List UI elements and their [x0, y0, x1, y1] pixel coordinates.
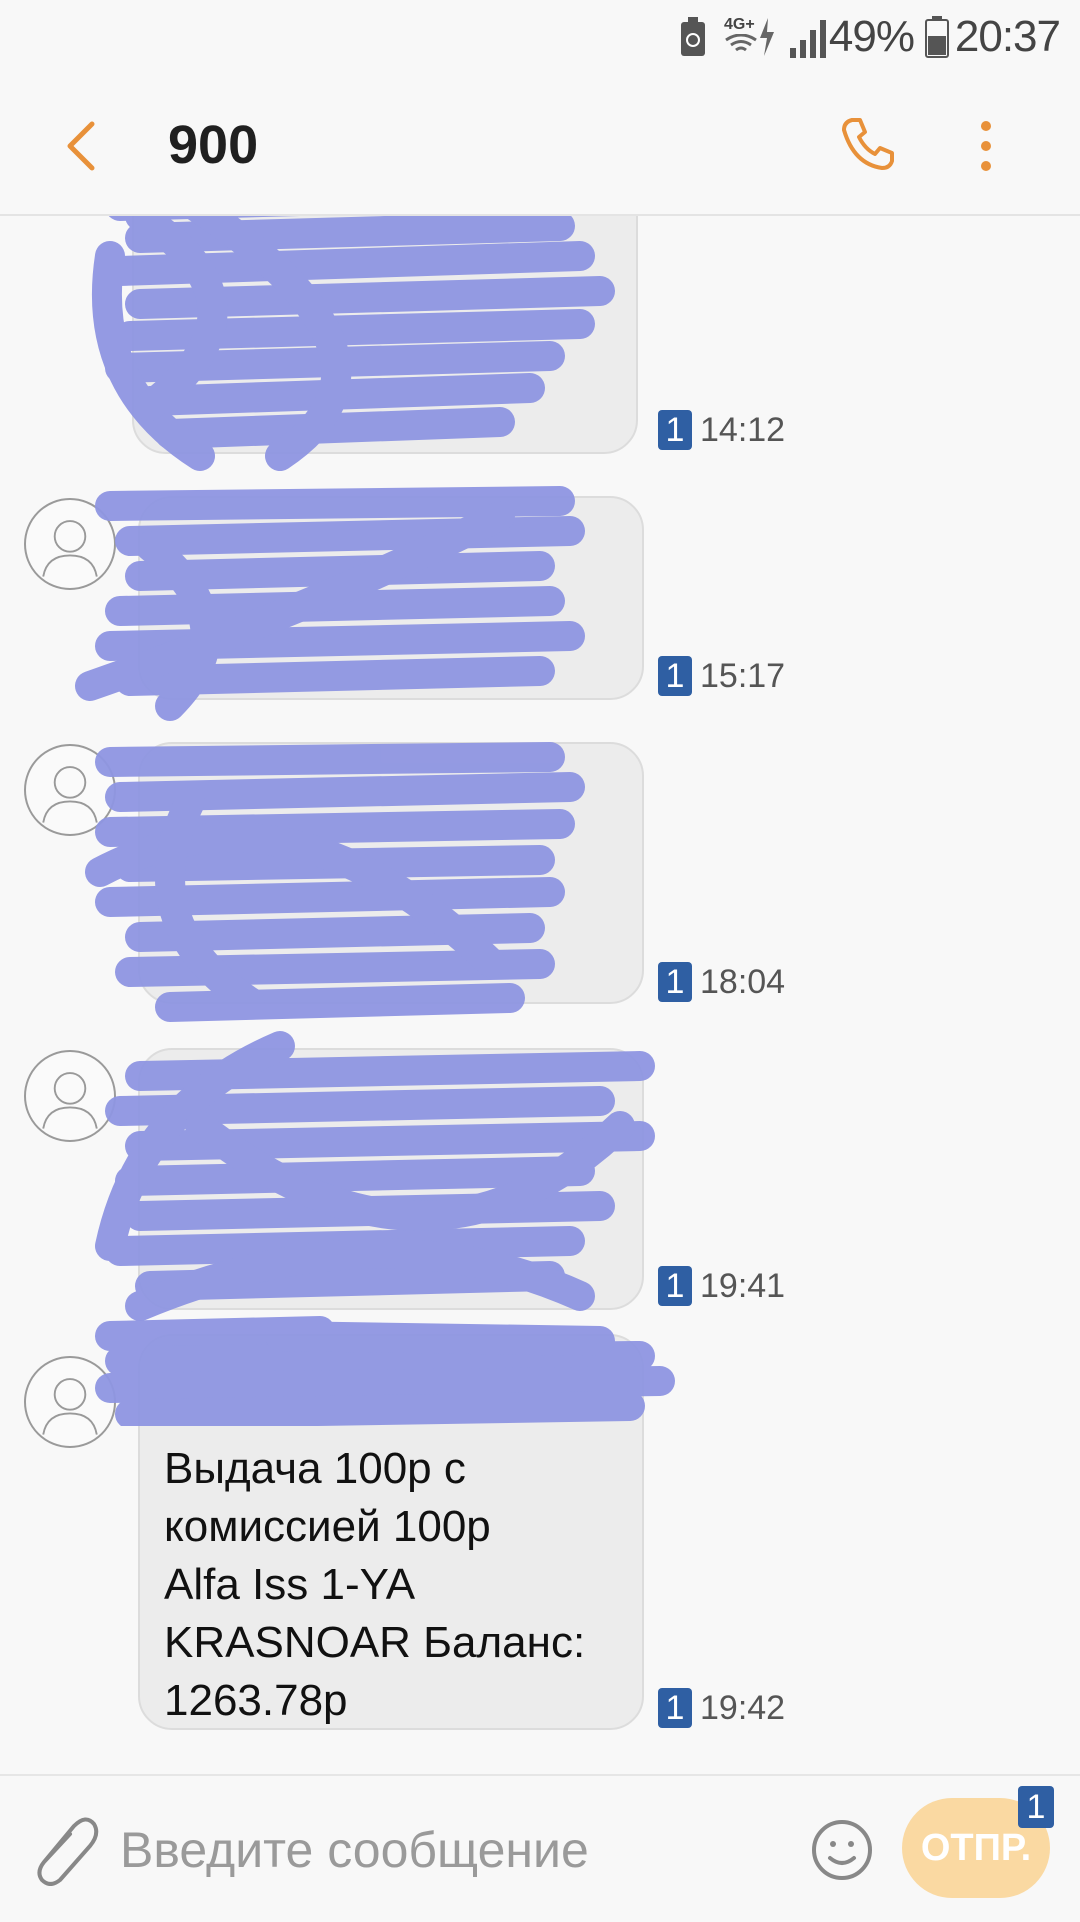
sim-badge: 1 [658, 410, 692, 450]
redaction-scribble [95, 1031, 655, 1321]
back-button[interactable] [58, 118, 108, 174]
conversation-title: 900 [168, 115, 259, 175]
call-button[interactable] [838, 114, 898, 174]
sim-badge: 1 [658, 1266, 692, 1306]
message-input[interactable] [120, 1820, 760, 1880]
message-time: 19:41 [700, 1267, 786, 1305]
emoji-button[interactable] [810, 1818, 874, 1882]
more-options-button[interactable] [976, 118, 996, 174]
attach-button[interactable] [34, 1812, 100, 1886]
conversation-list[interactable]: 1 14:12 1 15:17 1 18:04 1 19:41 Выдача 1… [0, 216, 1080, 1772]
wifi-icon [725, 34, 757, 52]
network-type-label: 4G+ [724, 16, 755, 33]
message-time: 19:42 [700, 1689, 786, 1727]
composer-bar: ОТПР. 1 [0, 1774, 1080, 1922]
message-time: 14:12 [700, 411, 786, 449]
redaction-scribble [92, 216, 615, 471]
sim-badge: 1 [658, 1688, 692, 1728]
redaction-scribble [75, 486, 585, 721]
sim-badge: 1 [658, 656, 692, 696]
redaction-scribble [95, 1316, 675, 1426]
signal-strength-icon [790, 20, 826, 58]
redaction-scribble [85, 742, 585, 1022]
battery-percent: 49% [828, 12, 915, 61]
status-bar: 4G+ 49% 20:37 [0, 0, 1080, 76]
send-sim-badge[interactable]: 1 [1018, 1786, 1054, 1828]
message-time: 18:04 [700, 963, 786, 1001]
battery-saver-icon [681, 17, 705, 56]
message-text: Выдача 100р с комиссией 100р Alfa Iss 1-… [164, 1444, 586, 1725]
charging-bolt-icon [760, 18, 774, 56]
battery-icon [925, 16, 949, 58]
app-bar: 900 [0, 76, 1080, 216]
clock: 20:37 [954, 12, 1061, 61]
message-time: 15:17 [700, 657, 786, 695]
sim-badge: 1 [658, 962, 692, 1002]
